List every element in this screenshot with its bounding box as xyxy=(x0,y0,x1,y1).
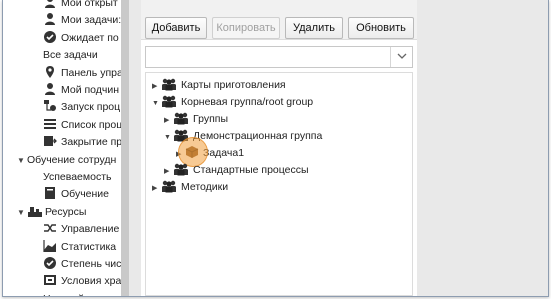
expand-toggle-icon[interactable]: ▼ xyxy=(17,205,27,221)
refresh-button[interactable]: Обновить xyxy=(348,17,414,39)
expand-toggle-icon[interactable]: ▼ xyxy=(17,153,27,169)
close-process-icon xyxy=(43,134,57,148)
sidebar-item-label: Все задачи xyxy=(43,49,98,62)
sidebar-item[interactable]: Панель упра xyxy=(43,65,121,81)
tree-node-label: Демонстрационная группа xyxy=(193,130,323,142)
shuffle-icon xyxy=(43,221,57,235)
tree-node[interactable]: ▶ Группы xyxy=(164,111,228,127)
expand-arrow-icon[interactable]: ▶ xyxy=(152,181,161,197)
sidebar-item-label: Мои открыт xyxy=(61,0,118,9)
sidebar-item-label: Обучение сотрудн xyxy=(27,153,117,166)
sidebar-item[interactable]: ▼ Ресурсы xyxy=(17,204,86,220)
chart-icon xyxy=(43,239,57,253)
check-circle-icon xyxy=(43,256,57,270)
sidebar-item[interactable]: Мой подчин xyxy=(43,82,119,98)
sidebar-item[interactable]: Мои открыт xyxy=(43,0,118,11)
sidebar-item-label: Панель упра xyxy=(61,66,121,79)
sidebar-item[interactable]: Обучение xyxy=(43,186,109,202)
app-window: Мои открыт Мои задачи: Ожидает по Все задач… xyxy=(2,0,549,297)
tree-node[interactable]: ▶ Методики xyxy=(152,179,228,195)
sidebar-item[interactable]: Мои задачи: xyxy=(43,12,121,28)
toolbar: Добавить Копировать Удалить Обновить xyxy=(141,0,417,40)
tree-node[interactable]: ▶ Карты приготовления xyxy=(152,77,286,93)
collapse-arrow-icon[interactable]: ▼ xyxy=(152,96,161,112)
user-icon xyxy=(43,82,57,96)
sidebar-item[interactable]: Успеваемость xyxy=(43,169,111,185)
sidebar-item-label: Условия хра xyxy=(61,275,121,288)
sidebar-item[interactable]: Запуск проц xyxy=(43,99,120,115)
user-icon xyxy=(43,12,57,26)
sidebar-item[interactable]: Степень чис xyxy=(43,256,121,272)
sidebar-item-label: Степень чис xyxy=(61,258,121,270)
expand-arrow-icon[interactable]: ▶ xyxy=(152,79,161,95)
group-icon xyxy=(161,180,177,198)
sidebar-item[interactable]: ▼ Обучение сотрудн xyxy=(17,152,116,168)
sidebar-item-label: Обучение xyxy=(61,188,110,201)
tree-node-label: Группы xyxy=(193,113,228,125)
sidebar-item-label: Управление xyxy=(61,223,120,236)
check-circle-icon xyxy=(43,30,57,44)
book-icon xyxy=(43,186,57,200)
sidebar-item[interactable]: Статистика xyxy=(43,239,116,255)
tree-node[interactable]: ▶Задача1 xyxy=(176,137,245,167)
group-tree: ▶ Карты приготовления ▼ Корневая группа/roo… xyxy=(145,72,413,296)
storage-icon xyxy=(43,273,57,287)
sidebar-item-label: Мои задачи: xyxy=(61,14,121,27)
sidebar-item[interactable]: Ожидает по xyxy=(43,30,119,46)
sidebar-item-label: Запуск проц xyxy=(61,101,121,114)
tree-node[interactable]: ▼ Корневая группа/root group xyxy=(152,94,313,110)
sidebar-item-label: Закрытие пр xyxy=(61,136,121,149)
copy-button[interactable]: Копировать xyxy=(212,17,280,39)
tree-node-label: Задача1 xyxy=(203,147,245,159)
tree-node-label: Стандартные процессы xyxy=(193,164,309,176)
sidebar-item-label: Мой подчин xyxy=(61,84,120,96)
sidebar-item[interactable]: Все задачи xyxy=(43,47,98,63)
map-pin-icon xyxy=(43,65,57,79)
sidebar-item-label: Статистика xyxy=(61,240,117,253)
sidebar-item-label: Ресурсы xyxy=(45,205,87,218)
sidebar-item[interactable]: Настройка этик xyxy=(43,291,118,296)
sidebar-item-label: Успеваемость xyxy=(43,171,112,183)
sidebar-item[interactable]: Управление xyxy=(43,221,119,237)
sidebar-item[interactable]: Закрытие пр xyxy=(43,134,121,150)
sidebar-item-label: Список проц xyxy=(61,118,121,131)
tree-node-label: Карты приготовления xyxy=(181,79,286,91)
main-panel: Добавить Копировать Удалить Обновить ▶ Ка… xyxy=(141,0,417,296)
filter-combobox[interactable] xyxy=(145,46,413,68)
delete-button[interactable]: Удалить xyxy=(285,17,343,39)
sidebar-nav: Мои открыт Мои задачи: Ожидает по Все задач… xyxy=(3,0,121,296)
chevron-down-icon[interactable] xyxy=(390,47,412,67)
expand-arrow-icon[interactable]: ▶ xyxy=(164,164,173,180)
sidebar-item-label: Настройка этик xyxy=(43,293,118,296)
add-button[interactable]: Добавить xyxy=(145,17,207,39)
tree-node-label: Корневая группа/root group xyxy=(181,96,314,108)
tree-node-label: Методики xyxy=(181,181,229,193)
details-pane xyxy=(417,0,548,296)
splitter[interactable] xyxy=(129,0,141,296)
resources-icon xyxy=(27,204,42,218)
list-icon xyxy=(43,117,57,131)
tree-node[interactable]: ▶ Стандартные процессы xyxy=(164,162,309,178)
sidebar-item[interactable]: Условия хра xyxy=(43,273,121,289)
sidebar-item-label: Ожидает по xyxy=(61,31,119,44)
sidebar-scrollbar[interactable] xyxy=(121,0,129,296)
process-icon xyxy=(43,99,57,113)
collapse-arrow-icon[interactable]: ▼ xyxy=(164,130,173,146)
user-icon xyxy=(43,0,57,9)
expand-arrow-icon[interactable]: ▶ xyxy=(164,113,173,129)
sidebar-item[interactable]: Список проц xyxy=(43,117,121,133)
